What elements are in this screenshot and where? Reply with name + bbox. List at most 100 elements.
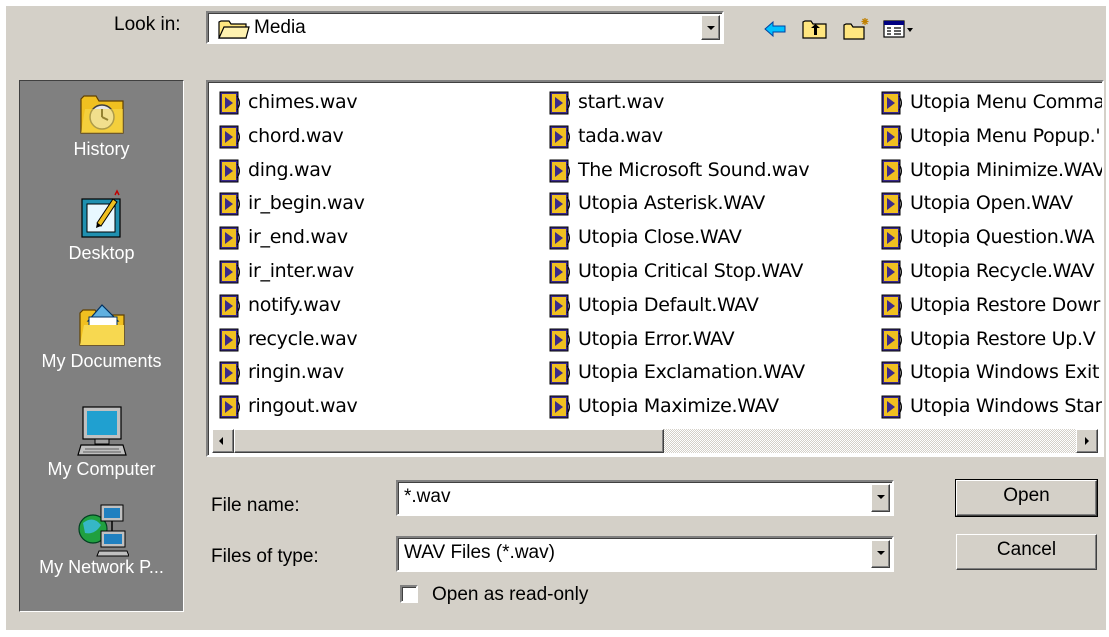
file-name: ringin.wav: [248, 361, 344, 384]
file-name: Utopia Minimize.WAV: [910, 158, 1104, 181]
wav-file-icon: [549, 361, 570, 385]
place-my-documents[interactable]: My Documents: [20, 297, 183, 372]
wav-file-icon: [549, 294, 570, 318]
file-name: Utopia Default.WAV: [578, 293, 759, 316]
file-list[interactable]: chimes.wav chord.wav ding.wav ir_begin.wavi…: [206, 80, 1104, 457]
wav-file-icon: [881, 159, 902, 183]
file-name: ir_begin.wav: [248, 192, 365, 215]
up-one-level-icon[interactable]: [800, 16, 830, 42]
file-type-select[interactable]: WAV Files (*.wav): [396, 536, 894, 572]
file-name: Utopia Restore Dowr: [910, 293, 1101, 316]
file-name: Utopia Maximize.WAV: [578, 395, 779, 418]
wav-file-icon: [219, 226, 240, 250]
file-type-label: Files of type:: [211, 546, 319, 567]
file-name: Utopia Error.WAV: [578, 327, 735, 350]
wav-file-icon: [881, 226, 902, 250]
history-icon: [79, 95, 124, 134]
horizontal-scrollbar[interactable]: [212, 429, 1098, 453]
new-folder-icon[interactable]: [842, 16, 872, 42]
wav-file-icon: [881, 91, 902, 115]
read-only-label: Open as read-only: [432, 584, 589, 605]
place-history-label: History: [73, 139, 130, 159]
file-name: Utopia Menu Comma: [910, 91, 1104, 113]
network-places-icon: [77, 504, 129, 557]
file-type-dropdown-button[interactable]: [871, 540, 890, 568]
look-in-combo[interactable]: Media: [206, 11, 724, 44]
file-name-dropdown-button[interactable]: [871, 484, 890, 512]
wav-file-icon: [219, 328, 240, 352]
place-history[interactable]: History: [20, 85, 183, 160]
wav-file-icon: [219, 361, 240, 385]
file-name: ringout.wav: [248, 395, 358, 418]
wav-file-icon: [881, 260, 902, 284]
file-name: recycle.wav: [248, 327, 358, 350]
folder-icon: [218, 20, 250, 39]
file-name: Utopia Exclamation.WAV: [578, 361, 805, 384]
my-documents-icon: [78, 304, 125, 346]
wav-file-icon: [219, 159, 240, 183]
my-computer-icon: [76, 406, 127, 456]
place-my-computer-label: My Computer: [47, 459, 156, 479]
file-name: Utopia Asterisk.WAV: [578, 192, 765, 215]
wav-file-icon: [219, 91, 240, 115]
file-name: Utopia Recycle.WAV: [910, 259, 1095, 282]
file-name: chord.wav: [248, 124, 344, 147]
file-name: Utopia Close.WAV: [578, 226, 742, 249]
open-file-dialog: Look in: Media History Desktop My Docume…: [6, 6, 1106, 630]
file-name: chimes.wav: [248, 91, 358, 113]
wav-file-icon: [549, 226, 570, 250]
wav-file-icon: [881, 361, 902, 385]
place-my-documents-label: My Documents: [41, 351, 162, 371]
wav-file-icon: [549, 125, 570, 149]
wav-file-icon: [881, 125, 902, 149]
file-type-value: WAV Files (*.wav): [404, 542, 555, 563]
wav-file-icon: [549, 395, 570, 419]
place-my-network-places[interactable]: My Network P...: [20, 501, 183, 578]
back-arrow-icon[interactable]: [761, 16, 791, 42]
wav-file-icon: [219, 260, 240, 284]
file-name-field[interactable]: *.wav: [396, 480, 894, 516]
wav-file-icon: [881, 395, 902, 419]
file-name: ir_inter.wav: [248, 259, 354, 282]
wav-file-icon: [549, 192, 570, 216]
look-in-dropdown-button[interactable]: [701, 15, 720, 40]
place-desktop[interactable]: Desktop: [20, 189, 183, 264]
file-name: Utopia Critical Stop.WAV: [578, 259, 804, 282]
open-button[interactable]: Open: [955, 479, 1098, 517]
read-only-checkbox[interactable]: [400, 585, 418, 603]
file-name: Utopia Windows Star: [910, 395, 1103, 418]
wav-file-icon: [881, 328, 902, 352]
look-in-value: Media: [254, 17, 306, 38]
wav-file-icon: [219, 192, 240, 216]
file-name: Utopia Restore Up.V: [910, 327, 1096, 350]
file-name: start.wav: [578, 91, 665, 113]
file-name: ir_end.wav: [248, 226, 348, 249]
places-bar: History Desktop My Documents My Computer…: [19, 80, 184, 612]
wav-file-icon: [549, 159, 570, 183]
cancel-button[interactable]: Cancel: [956, 534, 1097, 570]
file-name: Utopia Menu Popup.': [910, 124, 1101, 147]
file-name: Utopia Question.WA: [910, 226, 1095, 249]
wav-file-icon: [219, 294, 240, 318]
wav-file-icon: [549, 91, 570, 115]
wav-file-icon: [219, 125, 240, 149]
file-name: Utopia Open.WAV: [910, 192, 1073, 215]
desktop-icon: [80, 189, 121, 238]
file-name: tada.wav: [578, 124, 663, 147]
wav-file-icon: [881, 294, 902, 318]
scroll-left-button[interactable]: [212, 429, 234, 453]
file-name: Utopia Windows Exit: [910, 361, 1100, 384]
place-desktop-label: Desktop: [68, 243, 135, 263]
file-name-value: *.wav: [404, 486, 451, 507]
scroll-thumb[interactable]: [234, 429, 664, 453]
wav-file-icon: [881, 192, 902, 216]
view-menu-icon[interactable]: [882, 16, 924, 42]
file-name-label: File name:: [211, 495, 300, 516]
wav-file-icon: [219, 395, 240, 419]
wav-file-icon: [549, 260, 570, 284]
scroll-right-button[interactable]: [1076, 429, 1098, 453]
file-name: ding.wav: [248, 158, 332, 181]
look-in-label: Look in:: [114, 14, 181, 35]
file-name: The Microsoft Sound.wav: [578, 158, 810, 181]
place-my-computer[interactable]: My Computer: [20, 403, 183, 480]
